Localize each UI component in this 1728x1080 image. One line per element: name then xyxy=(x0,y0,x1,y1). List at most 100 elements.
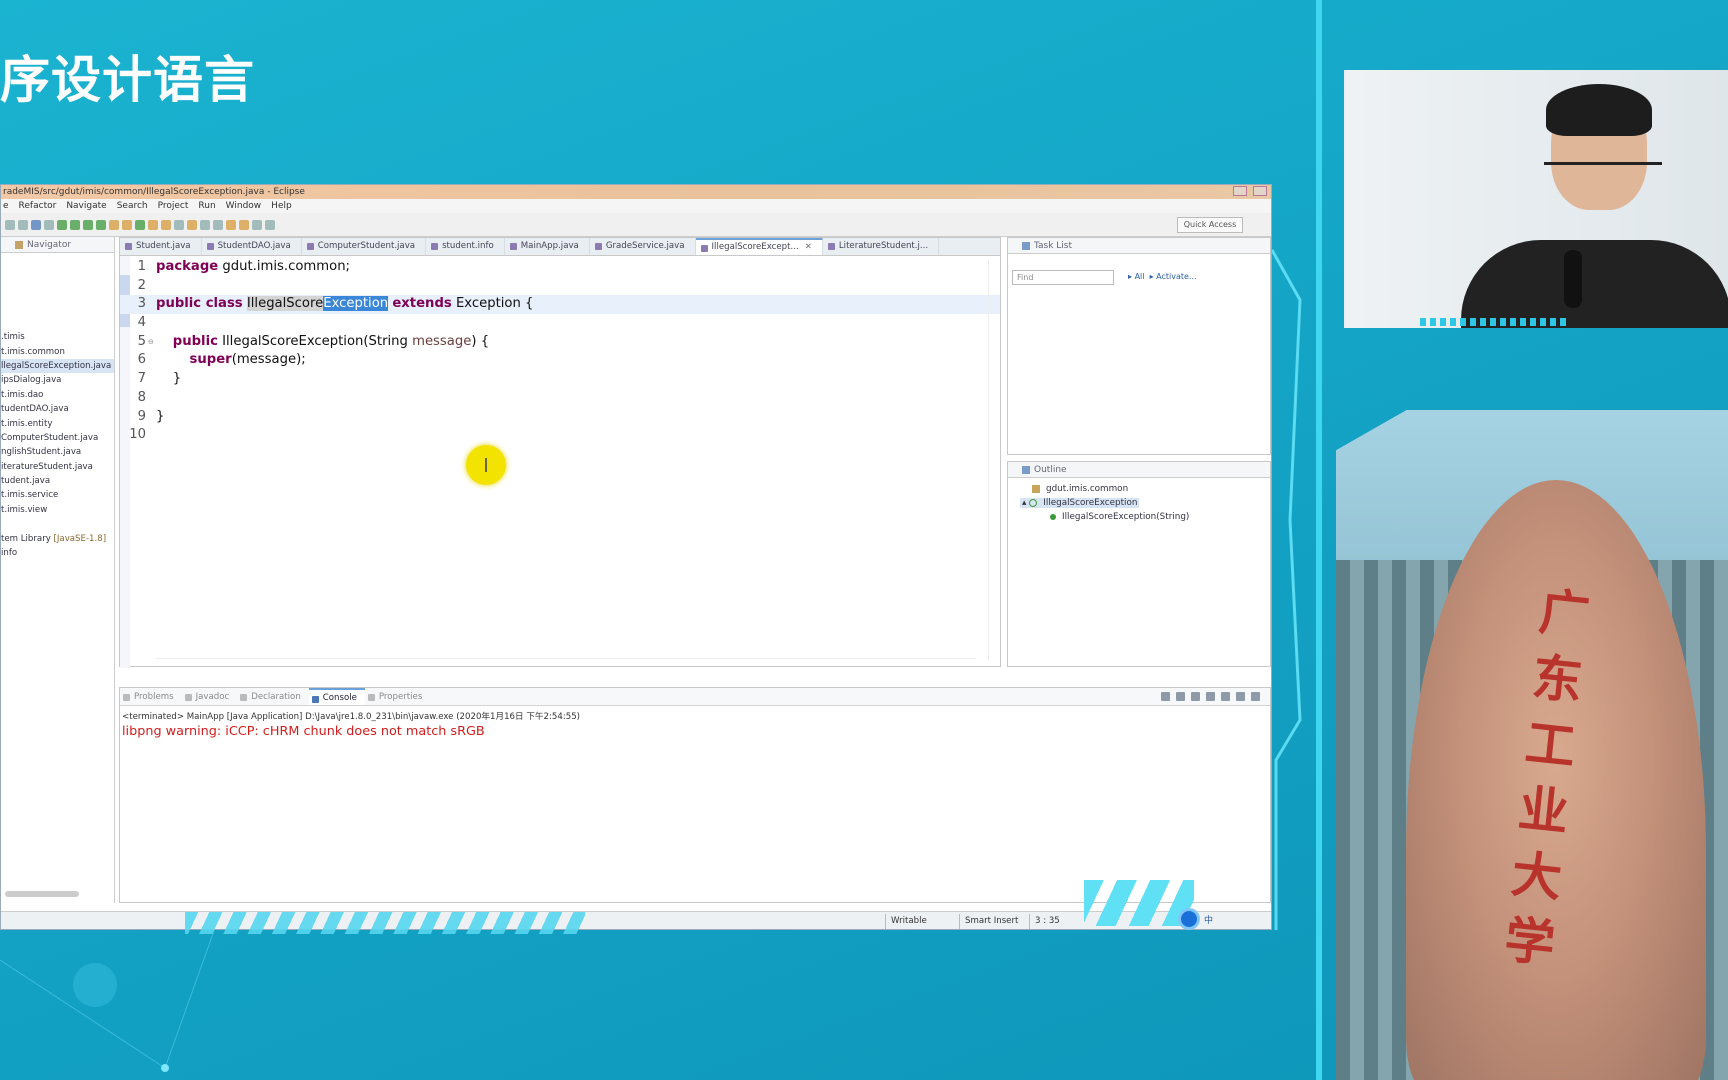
external-tools-icon[interactable] xyxy=(96,219,106,230)
menu-item-help[interactable]: Help xyxy=(271,201,292,211)
pin-console-icon[interactable] xyxy=(1236,692,1245,701)
navigator-item-label: nglishStudent.java xyxy=(1,447,82,458)
navigator-item[interactable]: tem Library [JavaSE-1.8] xyxy=(1,532,114,546)
task-list-tab[interactable]: Task List xyxy=(1008,238,1270,254)
editor-tab[interactable]: ComputerStudent.java xyxy=(302,238,427,255)
navigator-item[interactable]: tudentDAO.java xyxy=(1,402,114,416)
editor-horizontal-scrollbar[interactable] xyxy=(156,658,976,664)
outline-package[interactable]: gdut.imis.common xyxy=(1032,484,1128,494)
code-area[interactable]: 1 package gdut.imis.common; 2 3 public cla… xyxy=(120,256,1000,668)
navigator-item[interactable]: t.imis.view xyxy=(1,503,114,517)
quick-access-field[interactable]: Quick Access xyxy=(1177,217,1243,233)
remove-launch-icon[interactable] xyxy=(1176,692,1185,701)
next-annotation-icon[interactable] xyxy=(226,219,236,230)
navigator-item[interactable]: t.imis.dao xyxy=(1,388,114,402)
navigator-item[interactable]: llegalScoreException.java xyxy=(1,358,114,374)
bottom-tab[interactable]: Problems xyxy=(120,688,182,705)
scroll-lock-icon[interactable] xyxy=(1221,692,1230,701)
terminate-icon[interactable] xyxy=(1161,692,1170,701)
menu-item-navigate[interactable]: Navigate xyxy=(66,201,106,211)
navigator-item[interactable]: t.imis.service xyxy=(1,488,114,502)
menu-item-search[interactable]: Search xyxy=(117,201,148,211)
menu-item-window[interactable]: Window xyxy=(226,201,262,211)
maximize-button[interactable] xyxy=(1253,186,1267,196)
save-icon[interactable] xyxy=(18,219,28,230)
presenter-hair xyxy=(1546,84,1652,136)
coverage-icon[interactable] xyxy=(83,219,93,230)
console-terminated-line: <terminated> MainApp [Java Application] … xyxy=(122,712,581,722)
navigator-item[interactable]: t.imis.entity xyxy=(1,417,114,431)
gear-icon[interactable] xyxy=(57,219,67,230)
parameter: message xyxy=(412,333,472,349)
task-activate-link[interactable]: Activate... xyxy=(1156,272,1196,281)
navigator-item[interactable]: info xyxy=(1,546,114,560)
forward-icon[interactable] xyxy=(265,219,275,230)
menu-item-refactor[interactable]: Refactor xyxy=(19,201,57,211)
navigator-item[interactable]: ComputerStudent.java xyxy=(1,431,114,445)
menu-item-run[interactable]: Run xyxy=(198,201,215,211)
line-number: 1 xyxy=(137,259,146,274)
ime-mode[interactable]: 中 xyxy=(1204,913,1213,926)
show-whitespace-icon[interactable] xyxy=(213,219,223,230)
new-icon[interactable] xyxy=(5,219,15,230)
new-class-icon[interactable] xyxy=(135,219,145,230)
toggle-block-icon[interactable] xyxy=(200,219,210,230)
remove-all-icon[interactable] xyxy=(1191,692,1200,701)
editor-tab[interactable]: StudentDAO.java xyxy=(202,238,302,255)
navigator-icon xyxy=(15,241,23,249)
close-icon[interactable]: ✕ xyxy=(805,242,812,252)
editor-tab[interactable]: MainApp.java xyxy=(505,238,590,255)
presenter-body xyxy=(1461,240,1728,328)
navigator-item[interactable]: .timis xyxy=(1,330,114,344)
editor-tab[interactable]: GradeService.java xyxy=(590,238,696,255)
debug-icon[interactable] xyxy=(31,219,41,230)
navigator-spacer xyxy=(1,301,114,315)
fold-icon[interactable]: ⊖ xyxy=(148,333,154,352)
bottom-tab-label: Properties xyxy=(378,692,423,702)
navigator-scrollbar[interactable] xyxy=(5,891,79,897)
outline-tab[interactable]: Outline xyxy=(1008,462,1270,478)
navigator-item[interactable]: iteratureStudent.java xyxy=(1,460,114,474)
navigator-item-label: tudentDAO.java xyxy=(1,404,69,415)
editor-tab[interactable]: Student.java xyxy=(120,238,202,255)
open-type-icon[interactable] xyxy=(148,219,158,230)
task-all-link[interactable]: All xyxy=(1135,272,1145,281)
navigator-item-label: tudent.java xyxy=(1,476,51,487)
editor-tab[interactable]: student.info xyxy=(426,238,505,255)
bottom-tab[interactable]: Javadoc xyxy=(182,688,238,705)
editor-tab[interactable]: LiteratureStudent.j... xyxy=(823,238,940,255)
code-text: IllegalScoreException(String xyxy=(217,333,413,349)
navigator-item[interactable]: tudent.java xyxy=(1,474,114,488)
eclipse-window: radeMIS/src/gdut/imis/common/IllegalScor… xyxy=(0,184,1272,930)
bottom-tab[interactable]: Properties xyxy=(365,688,430,705)
menu-item-project[interactable]: Project xyxy=(158,201,189,211)
navigator-tab[interactable]: Navigator xyxy=(1,237,114,253)
keyword: public xyxy=(172,333,218,349)
previous-annotation-icon[interactable] xyxy=(239,219,249,230)
menu-item-edit[interactable]: e xyxy=(3,201,9,211)
clear-console-icon[interactable] xyxy=(1206,692,1215,701)
open-console-icon[interactable] xyxy=(1251,692,1260,701)
editor-tab[interactable]: IllegalScoreExcept... ✕ xyxy=(695,238,823,255)
new-package-icon[interactable] xyxy=(122,219,132,230)
minimize-button[interactable] xyxy=(1233,186,1247,196)
bottom-tab[interactable]: Declaration xyxy=(237,688,309,705)
editor-vertical-scrollbar[interactable] xyxy=(988,260,994,660)
navigator-item[interactable]: t.imis.common xyxy=(1,345,114,359)
search-icon[interactable] xyxy=(174,219,184,230)
navigator-item[interactable]: nglishStudent.java xyxy=(1,445,114,459)
task-find-input[interactable]: Find xyxy=(1012,270,1114,285)
skip-breakpoints-icon[interactable] xyxy=(44,219,54,230)
navigator-view: Navigator .timis t.imis.common llegalScore… xyxy=(1,237,115,903)
outline-class[interactable]: ▴ IllegalScoreException xyxy=(1020,498,1140,508)
new-java-project-icon[interactable] xyxy=(109,219,119,230)
bottom-tab[interactable]: Console xyxy=(308,688,365,705)
open-task-icon[interactable] xyxy=(161,219,171,230)
outline-method[interactable]: IllegalScoreException(String) xyxy=(1050,512,1189,522)
back-icon[interactable] xyxy=(252,219,262,230)
run-icon[interactable] xyxy=(70,219,80,230)
navigator-toolbar xyxy=(1,253,114,269)
navigator-item[interactable]: ipsDialog.java xyxy=(1,373,114,387)
toggle-mark-occurrences-icon[interactable] xyxy=(187,219,197,230)
ime-logo-icon[interactable] xyxy=(1178,908,1200,930)
